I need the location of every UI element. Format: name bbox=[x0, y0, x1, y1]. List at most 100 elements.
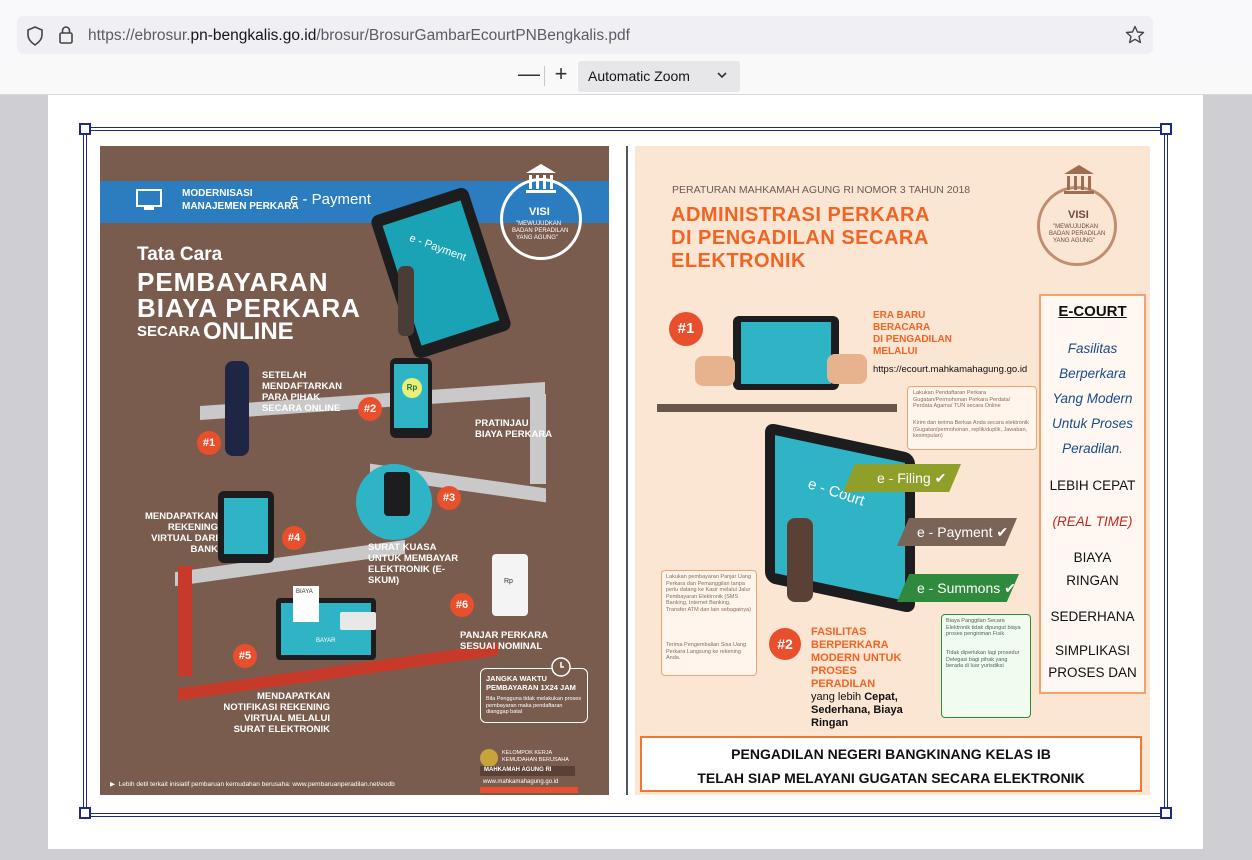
step-number: #5 bbox=[233, 644, 257, 668]
era-text: ERA BARU bbox=[873, 310, 926, 321]
ecourt-line: RINGAN bbox=[1066, 573, 1119, 588]
small-tablet-screen bbox=[741, 322, 831, 384]
businessman-figure bbox=[225, 361, 249, 456]
man-figure bbox=[787, 518, 813, 602]
fasilitas-text: PERADILAN bbox=[811, 678, 876, 690]
era-text: MELALUI bbox=[873, 346, 918, 357]
tag-esummons-label: e - Summons bbox=[917, 580, 1001, 596]
ecourt-line: Peradilan. bbox=[1062, 441, 1123, 456]
era-text: BERACARA bbox=[873, 322, 931, 333]
info-bullet: Tidak diperlukan lagi prosedur Delegasi … bbox=[946, 650, 1020, 669]
lock-icon[interactable] bbox=[58, 25, 74, 45]
man-figure bbox=[398, 266, 414, 336]
border-corner bbox=[1160, 123, 1172, 135]
fasilitas-desc-bold: Cepat, bbox=[864, 691, 898, 703]
court-building-icon bbox=[526, 164, 556, 193]
epayment-brochure: MODERNISASI MANAJEMEN PERKARA e - Paymen… bbox=[100, 146, 609, 795]
website-text: www.mahkamahagung.go.id bbox=[483, 779, 559, 785]
step-4-text: MENDAPATKAN REKENING VIRTUAL DARI BANK bbox=[144, 511, 218, 555]
kelompok-text: KELOMPOK KERJA bbox=[502, 750, 553, 756]
fasilitas-desc: yang lebih Cepat, bbox=[811, 691, 898, 703]
bookmark-star-icon[interactable] bbox=[1125, 25, 1145, 45]
step-number: #3 bbox=[437, 486, 461, 510]
step-number: #6 bbox=[450, 593, 474, 617]
heading-3a: SECARA bbox=[137, 323, 201, 340]
ecourt-line: Berperkara bbox=[1059, 366, 1126, 381]
fasilitas-text: PROSES bbox=[811, 665, 857, 677]
visi-text: BADAN PERADILAN bbox=[1049, 231, 1106, 237]
shield-icon[interactable] bbox=[26, 26, 44, 46]
bayar-label: BAYAR bbox=[316, 638, 336, 644]
info-bullet: Lakukan pembayaran Panjar Uang Perkara d… bbox=[666, 574, 752, 613]
visi-text: "MEWUJUDKAN bbox=[1053, 224, 1099, 230]
section-number-2: #2 bbox=[769, 628, 801, 660]
banner-line-1: PENGADILAN NEGERI BANGKINANG KELAS IB bbox=[731, 746, 1051, 762]
info-bullet: Lakukan Pendaftaran Perkara Gugatan/Perm… bbox=[913, 390, 1011, 409]
visi-text: "MEWUJUDKAN bbox=[516, 221, 562, 227]
step-1-text: SETELAH MENDAFTARKAN PARA PIHAK SECARA O… bbox=[262, 370, 343, 414]
visi-text: BADAN PERADILAN bbox=[512, 228, 569, 234]
tag-epayment-label: e - Payment bbox=[917, 524, 993, 540]
path-segment bbox=[178, 566, 192, 676]
title-line-1: ADMINISTRASI PERKARA bbox=[671, 204, 930, 226]
zoom-select[interactable]: Automatic Zoom bbox=[578, 61, 740, 92]
step-number: #2 bbox=[358, 397, 382, 421]
fasilitas-desc-text: yang lebih bbox=[811, 691, 862, 703]
url-text[interactable]: https://ebrosur.pn-bengkalis.go.id/brosu… bbox=[88, 27, 630, 45]
info-bullet: Biaya Panggilan Secara Elektronik tidak … bbox=[946, 618, 1021, 637]
footer-note: ▶ Lebih detil terkait inisiatif pembarua… bbox=[110, 781, 395, 788]
hand-illustration bbox=[695, 356, 735, 386]
heading-3b: ONLINE bbox=[203, 318, 294, 345]
tag-esummons: e - Summons ✔ bbox=[897, 574, 1019, 602]
monitor-icon bbox=[136, 189, 162, 210]
tablet-small-screen bbox=[224, 498, 268, 554]
fasilitas-desc: Sederhana, Biaya bbox=[811, 704, 903, 716]
title-line-3: ELEKTRONIK bbox=[671, 250, 806, 272]
ecourt-line: Untuk Proses bbox=[1051, 416, 1134, 431]
ecourt-url[interactable]: https://ecourt.mahkamahagung.go.id bbox=[873, 364, 1027, 375]
border-corner bbox=[1160, 807, 1172, 819]
border-corner bbox=[79, 123, 91, 135]
section-number-1: #1 bbox=[669, 312, 703, 346]
ecourt-line: SIMPLIKASI bbox=[1054, 643, 1131, 658]
clock-icon bbox=[551, 657, 571, 677]
perma-text: PERATURAN MAHKAMAH AGUNG RI NOMOR 3 TAHU… bbox=[672, 184, 971, 196]
fasilitas-desc: Ringan bbox=[811, 717, 849, 729]
receipt-phone bbox=[492, 554, 528, 616]
kelompok-text: KEMUDAHAN BERUSAHA bbox=[502, 757, 569, 763]
fasilitas-text: MODERN UNTUK bbox=[811, 652, 902, 664]
check-icon: ✔ bbox=[1004, 580, 1016, 596]
ribbon-title-2: MANAJEMEN PERKARA bbox=[182, 201, 299, 212]
orange-bar bbox=[480, 787, 578, 793]
hand-illustration bbox=[827, 354, 867, 384]
ecourt-line: Fasilitas bbox=[1067, 341, 1118, 356]
visi-text: YANG AGUNG" bbox=[1053, 238, 1096, 244]
tag-epayment: e - Payment ✔ bbox=[897, 518, 1017, 546]
ecourt-line: BIAYA bbox=[1073, 550, 1112, 565]
tag-efiling: e - Filing ✔ bbox=[843, 464, 961, 492]
era-text: DI PENGADILAN bbox=[873, 334, 952, 345]
check-icon: ✔ bbox=[934, 470, 947, 486]
banner-line-2: TELAH SIAP MELAYANI GUGATAN SECARA ELEKT… bbox=[697, 770, 1085, 786]
invoice-label: BIAYA bbox=[296, 589, 313, 595]
ecourt-line: SEDERHANA bbox=[1050, 609, 1135, 624]
step-3-text: SURAT KUASA UNTUK MEMBAYAR ELEKTRONIK (E… bbox=[368, 542, 459, 586]
ribbon-epayment: e - Payment bbox=[290, 191, 371, 208]
info-bullet: Kirim dan terima Berkas Anda secara elek… bbox=[913, 420, 1029, 439]
zoom-in-button[interactable]: + bbox=[550, 63, 572, 87]
ecourt-line: (REAL TIME) bbox=[1052, 514, 1133, 529]
ma-logo-seal bbox=[480, 749, 498, 767]
check-icon: ✔ bbox=[996, 524, 1009, 540]
ecourt-title: E-COURT bbox=[1058, 303, 1127, 320]
title-line-2: DI PENGADILAN SECARA bbox=[671, 227, 929, 249]
fasilitas-text: BERPERKARA bbox=[811, 639, 889, 651]
visi-text: YANG AGUNG" bbox=[516, 235, 559, 241]
ecourt-line: Yang Modern bbox=[1052, 391, 1133, 406]
zoom-out-button[interactable]: — bbox=[518, 63, 540, 87]
visi-label: VISI bbox=[529, 206, 550, 218]
fasilitas-text: FASILITAS bbox=[811, 626, 867, 638]
ecourt-line: PROSES DAN bbox=[1048, 665, 1137, 680]
tag-efiling-label: e - Filing bbox=[877, 470, 931, 486]
step-5-text: MENDAPATKAN NOTIFIKASI REKENING VIRTUAL … bbox=[223, 691, 330, 735]
footer-note-text: Lebih detil terkait inisiatif pembaruan … bbox=[118, 781, 395, 788]
